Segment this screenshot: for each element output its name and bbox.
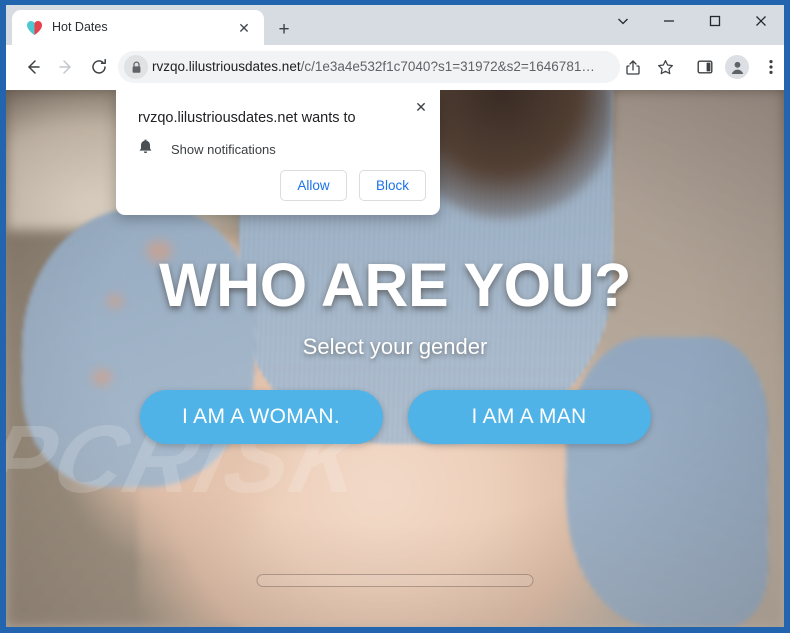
forward-button bbox=[50, 51, 82, 83]
back-button[interactable] bbox=[17, 51, 49, 83]
page-subtitle: Select your gender bbox=[302, 334, 488, 359]
permission-row: Show notifications bbox=[138, 139, 276, 160]
star-icon[interactable] bbox=[650, 51, 680, 83]
allow-button[interactable]: Allow bbox=[280, 170, 347, 201]
window-controls bbox=[600, 5, 784, 45]
url-path: /c/1e3a4e532f1c7040?s1=31972&s2=1646781… bbox=[300, 59, 595, 74]
reload-button[interactable] bbox=[83, 51, 115, 83]
close-icon[interactable]: ✕ bbox=[410, 96, 432, 118]
block-button[interactable]: Block bbox=[359, 170, 426, 201]
three-dot-menu-icon[interactable] bbox=[756, 51, 784, 83]
url-text[interactable]: rvzqo.lilustriousdates.net/c/1e3a4e532f1… bbox=[152, 51, 606, 83]
dialog-title: rvzqo.lilustriousdates.net wants to bbox=[138, 110, 356, 126]
browser-toolbar: rvzqo.lilustriousdates.net/c/1e3a4e532f1… bbox=[6, 45, 784, 90]
window-frame: Hot Dates ✕ + rvzqo.lilustriousdates.net… bbox=[0, 0, 790, 633]
heart-icon bbox=[26, 20, 43, 36]
bell-icon bbox=[138, 139, 153, 160]
maximize-button[interactable] bbox=[692, 5, 738, 37]
page-viewport: PCRISK ns WHO ARE YOU? Select your gende… bbox=[6, 90, 784, 627]
notification-permission-dialog: ✕ rvzqo.lilustriousdates.net wants to Sh… bbox=[116, 90, 440, 215]
i-am-a-man-button[interactable]: I AM A MAN bbox=[407, 390, 651, 444]
permission-label: Show notifications bbox=[171, 142, 276, 157]
window-close-button[interactable] bbox=[738, 5, 784, 37]
gender-choice-group: I AM A WOMAN. I AM A MAN bbox=[6, 390, 784, 444]
lock-icon[interactable] bbox=[124, 55, 148, 79]
avatar[interactable] bbox=[722, 51, 752, 83]
address-bar[interactable]: rvzqo.lilustriousdates.net/c/1e3a4e532f1… bbox=[118, 51, 620, 83]
new-tab-button[interactable]: + bbox=[271, 17, 297, 43]
tab-search-button[interactable] bbox=[600, 5, 646, 37]
page-title: WHO ARE YOU? bbox=[159, 251, 631, 319]
side-panel-icon[interactable] bbox=[690, 51, 720, 83]
url-host: rvzqo.lilustriousdates.net bbox=[152, 59, 301, 74]
tab-strip: Hot Dates ✕ + bbox=[6, 5, 784, 45]
i-am-a-woman-button[interactable]: I AM A WOMAN. bbox=[139, 390, 383, 444]
tab-title: Hot Dates bbox=[52, 20, 108, 34]
minimize-button[interactable] bbox=[646, 5, 692, 37]
tab-close-button[interactable]: ✕ bbox=[234, 18, 254, 38]
browser-window: Hot Dates ✕ + rvzqo.lilustriousdates.net… bbox=[6, 5, 784, 627]
dialog-actions: Allow Block bbox=[280, 170, 426, 201]
browser-tab[interactable]: Hot Dates ✕ bbox=[12, 10, 264, 45]
bottom-input-bar[interactable] bbox=[256, 574, 534, 587]
avatar-icon bbox=[725, 55, 749, 79]
share-icon[interactable] bbox=[618, 51, 648, 83]
